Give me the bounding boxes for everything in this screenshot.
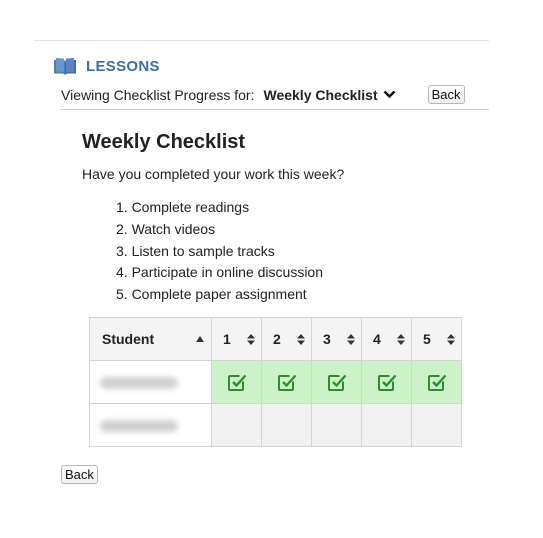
column-header-task-3[interactable]: 3 — [311, 317, 362, 361]
completion-cell-empty — [411, 403, 462, 447]
header-divider — [60, 109, 489, 110]
column-header-task-4[interactable]: 4 — [361, 317, 412, 361]
task-item: 2. Watch videos — [116, 220, 216, 237]
sort-icon — [247, 333, 255, 345]
completion-cell-done — [311, 360, 362, 404]
sort-ascending-icon — [196, 336, 204, 342]
sort-icon — [447, 333, 455, 345]
back-button-top[interactable]: Back — [427, 85, 465, 104]
sort-icon — [297, 333, 305, 345]
completion-cell-empty — [261, 403, 312, 447]
column-header-label: Student — [102, 331, 155, 347]
section-title: LESSONS — [86, 58, 160, 75]
column-header-task-5[interactable]: 5 — [411, 317, 462, 361]
column-header-label: 2 — [273, 331, 281, 347]
checklist-question: Have you completed your work this week? — [82, 166, 345, 182]
task-item: 3. Listen to sample tracks — [116, 242, 275, 259]
sort-icon — [347, 333, 355, 345]
checkbox-checked-icon — [227, 374, 246, 391]
column-header-label: 4 — [373, 331, 381, 347]
viewing-label: Viewing Checklist Progress for: — [61, 86, 255, 103]
checklist-title: Weekly Checklist — [82, 131, 246, 153]
lessons-header[interactable]: LESSONS — [53, 57, 160, 76]
column-header-task-2[interactable]: 2 — [261, 317, 312, 361]
chevron-down-icon — [383, 90, 395, 99]
completion-cell-empty — [211, 403, 262, 447]
progress-table: Student 1 2 3 4 5 — [89, 317, 462, 447]
checklist-dropdown[interactable]: Weekly Checklist — [263, 87, 395, 103]
back-button-bottom[interactable]: Back — [61, 465, 98, 484]
book-icon — [54, 58, 76, 75]
task-item: 4. Participate in online discussion — [116, 264, 324, 281]
checkbox-checked-icon — [427, 374, 446, 391]
table-row — [89, 403, 462, 447]
completion-cell-empty — [361, 403, 412, 447]
column-header-label: 3 — [323, 331, 331, 347]
blurred-student-name — [100, 420, 178, 433]
student-name-cell — [89, 360, 212, 404]
completion-cell-done — [261, 360, 312, 404]
completion-cell-done — [211, 360, 262, 404]
column-header-label: 5 — [423, 331, 431, 347]
student-name-cell — [89, 403, 212, 447]
completion-cell-done — [361, 360, 412, 404]
checkbox-checked-icon — [327, 374, 346, 391]
checklist-dropdown-value: Weekly Checklist — [263, 86, 378, 103]
column-header-student[interactable]: Student — [89, 317, 212, 361]
task-item: 1. Complete readings — [116, 199, 250, 215]
table-row — [89, 360, 462, 404]
checkbox-checked-icon — [277, 374, 296, 391]
checklist-selector-bar: Viewing Checklist Progress for: Weekly C… — [61, 85, 465, 104]
column-header-label: 1 — [223, 331, 231, 347]
task-list: 1. Complete readings 2. Watch videos 3. … — [116, 197, 323, 306]
column-header-task-1[interactable]: 1 — [211, 317, 262, 361]
table-header-row: Student 1 2 3 4 5 — [89, 317, 462, 361]
completion-cell-done — [411, 360, 462, 404]
task-item: 5. Complete paper assignment — [116, 286, 307, 303]
sort-icon — [397, 333, 405, 345]
completion-cell-empty — [311, 403, 362, 447]
top-divider — [34, 40, 489, 41]
checkbox-checked-icon — [377, 374, 396, 391]
blurred-student-name — [100, 377, 178, 390]
